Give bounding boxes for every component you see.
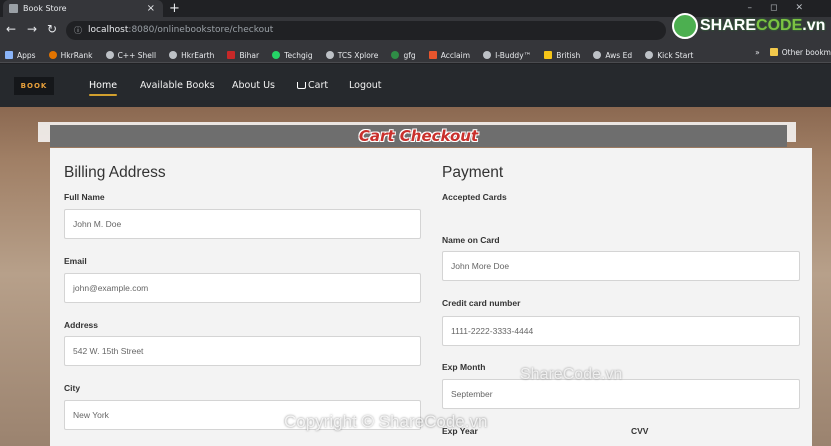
hackerrank-icon	[48, 51, 57, 59]
bihar-icon	[227, 51, 236, 59]
checkout-form: Billing Address Full Name John M. Doe Em…	[50, 148, 812, 446]
forward-arrow-icon[interactable]: →	[27, 22, 37, 36]
copyright-watermark-text: Copyright © ShareCode.vn	[284, 412, 488, 431]
whatsapp-icon	[272, 51, 281, 59]
card-number-label: Credit card number	[442, 298, 521, 308]
browser-tab[interactable]: Book Store ×	[3, 0, 163, 17]
name-on-card-label: Name on Card	[442, 235, 500, 245]
accepted-cards-label: Accepted Cards	[442, 192, 507, 202]
new-tab-button[interactable]: +	[169, 0, 180, 17]
bookmark-techgig[interactable]: Techgig	[272, 46, 313, 62]
cvv-label: CVV	[631, 426, 649, 436]
bookmark-acclaim[interactable]: Acclaim	[428, 46, 470, 62]
card-number-input[interactable]: 1111-2222-3333-4444	[442, 316, 800, 346]
full-name-input[interactable]: John M. Doe	[64, 209, 421, 239]
site-navbar: BOOK Home Available Books About Us Cart …	[0, 64, 831, 107]
apps-grid-icon	[5, 51, 13, 59]
close-tab-icon[interactable]: ×	[147, 0, 155, 17]
bookmarks-bar: Apps HkrRank C++ Shell HkrEarth Bihar Te…	[0, 43, 831, 63]
tab-title: Book Store	[23, 4, 67, 13]
bookmark-aws-ed[interactable]: Aws Ed	[593, 46, 632, 62]
page-favicon-icon	[9, 4, 18, 13]
acclaim-icon	[428, 51, 437, 59]
full-name-label: Full Name	[64, 192, 105, 202]
sharecode-watermark-text: ShareCode.vn	[520, 366, 623, 383]
globe-icon	[593, 51, 602, 59]
bookmark-ibuddy[interactable]: I-Buddy™	[483, 46, 531, 62]
payment-heading: Payment	[442, 164, 504, 181]
sharecode-logo-text: SHARECODE.vn	[700, 17, 826, 34]
gfg-icon	[391, 51, 400, 59]
other-bookmarks[interactable]: » Other bookm	[749, 43, 831, 62]
nav-about-us[interactable]: About Us	[232, 80, 275, 92]
address-bar[interactable]: ⓘ localhost:8080/onlinebookstore/checkou…	[66, 21, 666, 40]
bookmark-hkrearth[interactable]: HkrEarth	[169, 46, 214, 62]
globe-icon	[483, 51, 492, 59]
page-viewport: BOOK Home Available Books About Us Cart …	[0, 64, 831, 446]
reload-icon[interactable]: ↻	[47, 22, 57, 36]
nav-home[interactable]: Home	[89, 80, 118, 96]
sharecode-logo-watermark: SHARECODE.vn	[672, 11, 831, 45]
exp-month-label: Exp Month	[442, 362, 486, 372]
globe-icon	[105, 51, 114, 59]
bookmark-bihar[interactable]: Bihar	[227, 46, 259, 62]
globe-icon	[645, 51, 654, 59]
address-input[interactable]: 542 W. 15th Street	[64, 336, 421, 366]
site-logo[interactable]: BOOK	[14, 77, 54, 95]
sharecode-logo-icon	[672, 13, 698, 39]
globe-icon	[325, 51, 334, 59]
name-on-card-input[interactable]: John More Doe	[442, 251, 800, 281]
billing-heading: Billing Address	[64, 164, 166, 181]
bookmark-cpp-shell[interactable]: C++ Shell	[105, 46, 156, 62]
bookmarks-overflow-chevron-icon[interactable]: »	[755, 48, 760, 57]
url-path: :8080/onlinebookstore/checkout	[128, 25, 274, 35]
checkout-title: Cart Checkout	[50, 125, 787, 147]
bookmark-kick-start[interactable]: Kick Start	[645, 46, 693, 62]
bookmark-tcs-xplore[interactable]: TCS Xplore	[325, 46, 378, 62]
bookmark-gfg[interactable]: gfg	[391, 46, 416, 62]
nav-logout[interactable]: Logout	[349, 80, 382, 92]
back-arrow-icon[interactable]: ←	[6, 22, 16, 36]
email-input[interactable]: john@example.com	[64, 273, 421, 303]
site-info-icon[interactable]: ⓘ	[74, 21, 82, 40]
email-label: Email	[64, 256, 87, 266]
bookmark-british[interactable]: British	[544, 46, 580, 62]
address-label: Address	[64, 320, 99, 330]
british-icon	[544, 51, 553, 59]
nav-available-books[interactable]: Available Books	[140, 80, 215, 92]
nav-cart[interactable]: Cart	[297, 80, 328, 92]
bookmark-hkrrank[interactable]: HkrRank	[48, 46, 92, 62]
city-label: City	[64, 383, 81, 393]
url-host: localhost	[88, 25, 129, 35]
folder-icon	[769, 48, 778, 56]
globe-icon	[169, 51, 178, 59]
bookmark-apps[interactable]: Apps	[5, 46, 36, 62]
cart-icon	[297, 82, 306, 89]
